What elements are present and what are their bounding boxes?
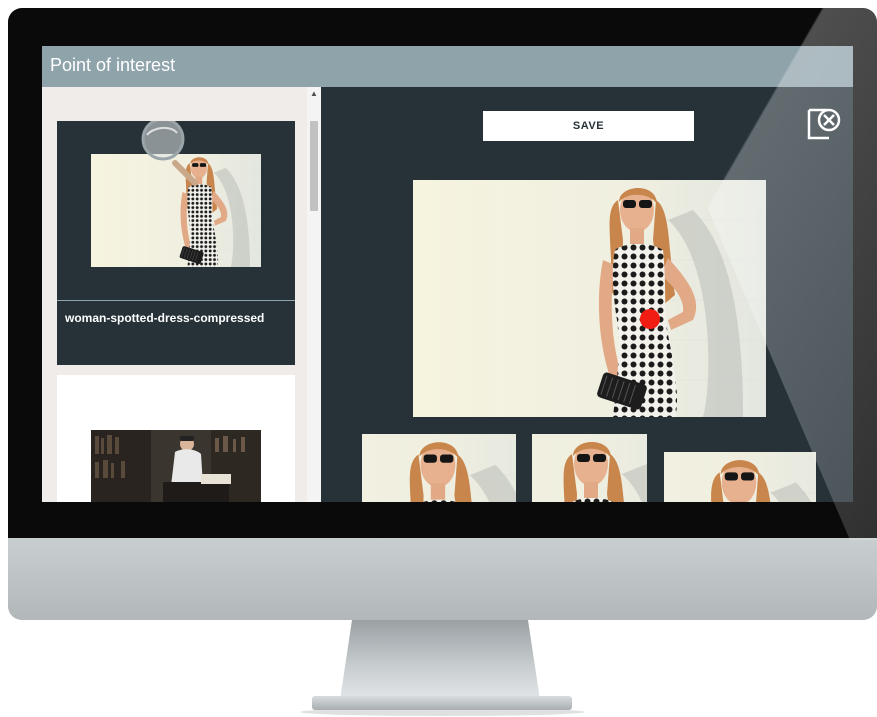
title-bar: Point of interest [42, 46, 853, 87]
crop-preview-2 [532, 434, 647, 502]
monitor-stand-base [312, 696, 572, 710]
scrollbar-thumb[interactable] [310, 121, 318, 211]
poi-image-canvas[interactable] [413, 180, 766, 417]
crop-preview-3 [664, 452, 816, 502]
list-item-label: woman-spotted-dress-compressed [65, 311, 265, 325]
monitor-stand [340, 620, 540, 700]
app-screen: Point of interest woman-spotted-dress-co… [42, 46, 853, 502]
poi-marker[interactable] [640, 309, 660, 329]
crop-preview-1 [362, 434, 516, 502]
scroll-up-arrow-icon[interactable]: ▲ [307, 89, 321, 99]
list-item[interactable] [57, 375, 295, 502]
monitor-chin [8, 538, 877, 620]
close-icon[interactable] [805, 106, 841, 142]
save-button[interactable]: SAVE [483, 111, 694, 141]
list-item-divider [57, 300, 295, 301]
sidebar-scrollbar[interactable]: ▲ [307, 87, 321, 502]
magnifier-icon[interactable] [127, 121, 207, 201]
list-item-selected[interactable]: woman-spotted-dress-compressed [57, 121, 295, 365]
image-list-sidebar: woman-spotted-dress-compressed [42, 87, 321, 502]
list-item-thumbnail [91, 430, 261, 502]
page-title: Point of interest [50, 55, 176, 75]
editor-panel: SAVE [321, 87, 853, 502]
